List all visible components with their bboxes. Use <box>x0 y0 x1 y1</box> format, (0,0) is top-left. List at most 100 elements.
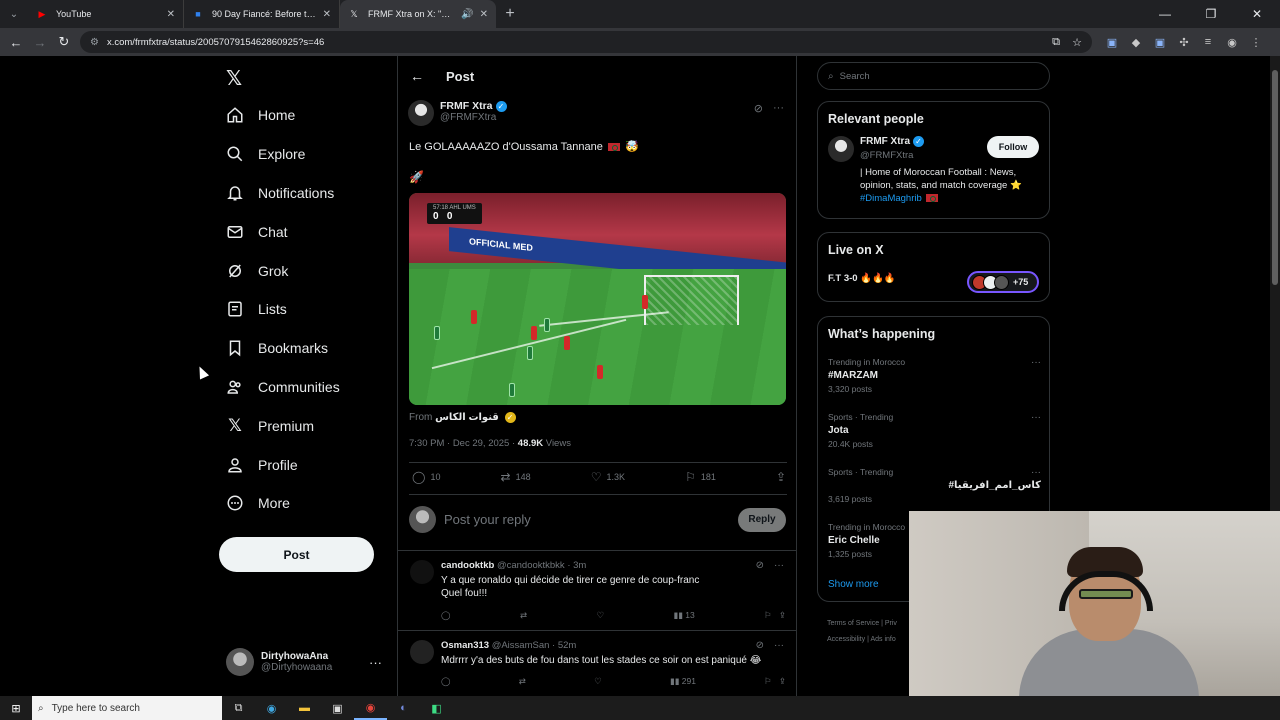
share-action[interactable]: ⇪ <box>776 470 786 484</box>
back-arrow-icon[interactable]: ← <box>410 68 424 84</box>
scrollbar-thumb[interactable] <box>1272 70 1278 285</box>
taskbar-search[interactable]: ⌕ Type here to search <box>32 696 222 720</box>
media-icon[interactable]: ≡ <box>1196 36 1220 48</box>
avatar[interactable] <box>828 136 854 162</box>
app-icon[interactable]: ◧ <box>420 696 453 720</box>
reply-action[interactable]: ◯ 10 <box>412 470 440 484</box>
tweet-author[interactable]: FRMF Xtra ✓ @FRMFXtra <box>408 100 507 126</box>
search-input[interactable]: ⌕ Search <box>817 62 1050 90</box>
reply-icon[interactable]: ◯ <box>441 610 451 621</box>
heart-icon[interactable]: ♡ <box>594 676 602 687</box>
profile-icon[interactable]: ◉ <box>1220 36 1244 49</box>
menu-icon[interactable]: ⋮ <box>1244 36 1268 49</box>
nav-bookmarks[interactable]: Bookmarks <box>220 329 340 368</box>
more-dots-icon[interactable]: ··· <box>1031 412 1041 423</box>
more-dots-icon[interactable]: ··· <box>774 640 784 651</box>
views-action[interactable]: ▮▮ 13 <box>674 610 695 621</box>
forward-icon[interactable]: → <box>28 35 52 50</box>
more-dots-icon[interactable]: ··· <box>1031 357 1041 368</box>
tweet-video[interactable]: OFFICIAL MED 57:18 AHL UMS 0 0 <box>409 193 786 405</box>
grok-icon[interactable]: ⊘ <box>754 102 763 115</box>
like-action[interactable]: ♡ 1.3K <box>591 470 625 484</box>
tab-90-day-fiance[interactable]: ■ 90 Day Fiancé: Before the 90 Da ✕ <box>184 0 340 28</box>
tab-youtube[interactable]: ▶ YouTube ✕ <box>28 0 184 28</box>
trend-item[interactable]: Sports · Trending #كاس_امم_افريقيا 3,619… <box>828 467 1041 504</box>
more-dots-icon[interactable]: ··· <box>773 102 784 115</box>
grok-icon[interactable]: ⊘ <box>756 640 764 651</box>
reply-icon[interactable]: ◯ <box>441 676 451 687</box>
x-logo-icon[interactable]: 𝕏 <box>226 66 242 91</box>
tab-frmf-xtra[interactable]: 𝕏 FRMF Xtra on X: "Le GOLAA 🔊 ✕ <box>340 0 496 28</box>
reply-author[interactable]: Osman313 <box>441 640 489 651</box>
minimize-icon[interactable]: — <box>1142 0 1188 28</box>
nav-premium[interactable]: 𝕏 Premium <box>220 406 340 445</box>
post-button[interactable]: Post <box>219 537 374 572</box>
person-handle[interactable]: @FRMFXtra <box>860 150 913 161</box>
avatar[interactable] <box>408 100 434 126</box>
back-icon[interactable]: ← <box>4 35 28 50</box>
nav-more[interactable]: More <box>220 484 340 523</box>
trend-item[interactable]: Sports · Trending Jota 20.4K posts ··· <box>828 412 1041 449</box>
new-tab-button[interactable]: + <box>496 5 524 23</box>
tweet-time[interactable]: 7:30 PM · Dec 29, 2025 · <box>409 438 518 449</box>
account-switcher[interactable]: DirtyhowaAna @Dirtyhowaana ··· <box>226 648 386 676</box>
reply-input[interactable]: Post your reply <box>444 512 738 527</box>
repost-action[interactable]: ⇄ 148 <box>501 470 531 484</box>
reload-icon[interactable]: ↻ <box>52 34 76 50</box>
bio-hashtag[interactable]: #DimaMaghrib <box>860 193 922 204</box>
task-view-icon[interactable]: ⧉ <box>222 696 255 720</box>
install-app-icon[interactable]: ⧉ <box>1052 36 1060 49</box>
live-listeners[interactable]: +75 <box>967 271 1039 293</box>
bookmark-share[interactable]: ⚐ ⇪ <box>764 610 786 621</box>
extension-icon[interactable]: ◆ <box>1124 36 1148 49</box>
source-name[interactable]: قنوات الكاس <box>435 412 499 423</box>
edge-icon[interactable]: ◉ <box>255 696 288 720</box>
grok-icon[interactable]: ⊘ <box>756 560 764 571</box>
more-dots-icon[interactable]: ··· <box>774 560 784 571</box>
footer-line[interactable]: Accessibility | Ads info <box>827 632 897 648</box>
puzzle-icon[interactable]: ✣ <box>1172 36 1196 49</box>
nav-explore[interactable]: Explore <box>220 135 340 174</box>
close-window-icon[interactable]: ✕ <box>1234 0 1280 28</box>
address-bar[interactable]: ⚙ x.com/frmfxtra/status/2005707915462860… <box>80 31 1092 53</box>
close-tab-icon[interactable]: ✕ <box>480 9 488 20</box>
more-dots-icon[interactable]: ··· <box>1031 467 1041 478</box>
bookmark-action[interactable]: ⚐ 181 <box>685 470 716 484</box>
audio-icon[interactable]: 🔊 <box>461 9 473 20</box>
discord-icon[interactable]: ◐ <box>387 696 420 720</box>
person-name[interactable]: FRMF Xtra <box>860 136 910 147</box>
author-handle[interactable]: @FRMFXtra <box>440 112 507 123</box>
more-dots-icon[interactable]: ··· <box>369 655 382 670</box>
repost-icon[interactable]: ⇄ <box>519 676 526 687</box>
tab-search-icon[interactable]: ⌄ <box>0 0 28 28</box>
footer-line[interactable]: Terms of Service | Priv <box>827 616 897 632</box>
nav-lists[interactable]: Lists <box>220 290 340 329</box>
close-tab-icon[interactable]: ✕ <box>167 9 175 20</box>
extension-icon[interactable]: ▣ <box>1148 36 1172 49</box>
follow-button[interactable]: Follow <box>987 136 1039 158</box>
author-name[interactable]: FRMF Xtra <box>440 100 493 112</box>
bookmark-share[interactable]: ⚐ ⇪ <box>764 676 786 687</box>
windows-start-icon[interactable]: ⊞ <box>0 702 32 715</box>
nav-profile[interactable]: Profile <box>220 445 340 484</box>
nav-grok[interactable]: Grok <box>220 251 340 290</box>
show-more-link[interactable]: Show more <box>828 579 879 590</box>
avatar[interactable] <box>410 560 434 584</box>
repost-icon[interactable]: ⇄ <box>520 610 527 621</box>
trend-item[interactable]: Trending in Morocco #MARZAM 3,320 posts … <box>828 357 1041 394</box>
nav-home[interactable]: Home <box>220 96 340 135</box>
reply-author[interactable]: candooktkb <box>441 560 494 571</box>
nav-communities[interactable]: Communities <box>220 368 340 407</box>
translate-icon[interactable]: ▣ <box>1100 36 1124 49</box>
nav-notifications[interactable]: Notifications <box>220 174 340 213</box>
close-tab-icon[interactable]: ✕ <box>323 9 331 20</box>
reply-button[interactable]: Reply <box>738 507 786 532</box>
chrome-icon[interactable]: ◉ <box>354 696 387 720</box>
site-info-icon[interactable]: ⚙ <box>90 37 99 48</box>
bookmark-star-icon[interactable]: ☆ <box>1072 36 1082 49</box>
nav-chat[interactable]: Chat <box>220 212 340 251</box>
file-explorer-icon[interactable]: ▬ <box>288 696 321 720</box>
store-icon[interactable]: ▣ <box>321 696 354 720</box>
avatar[interactable] <box>410 640 434 664</box>
live-item-title[interactable]: F.T 3-0 🔥🔥🔥 <box>828 273 896 284</box>
